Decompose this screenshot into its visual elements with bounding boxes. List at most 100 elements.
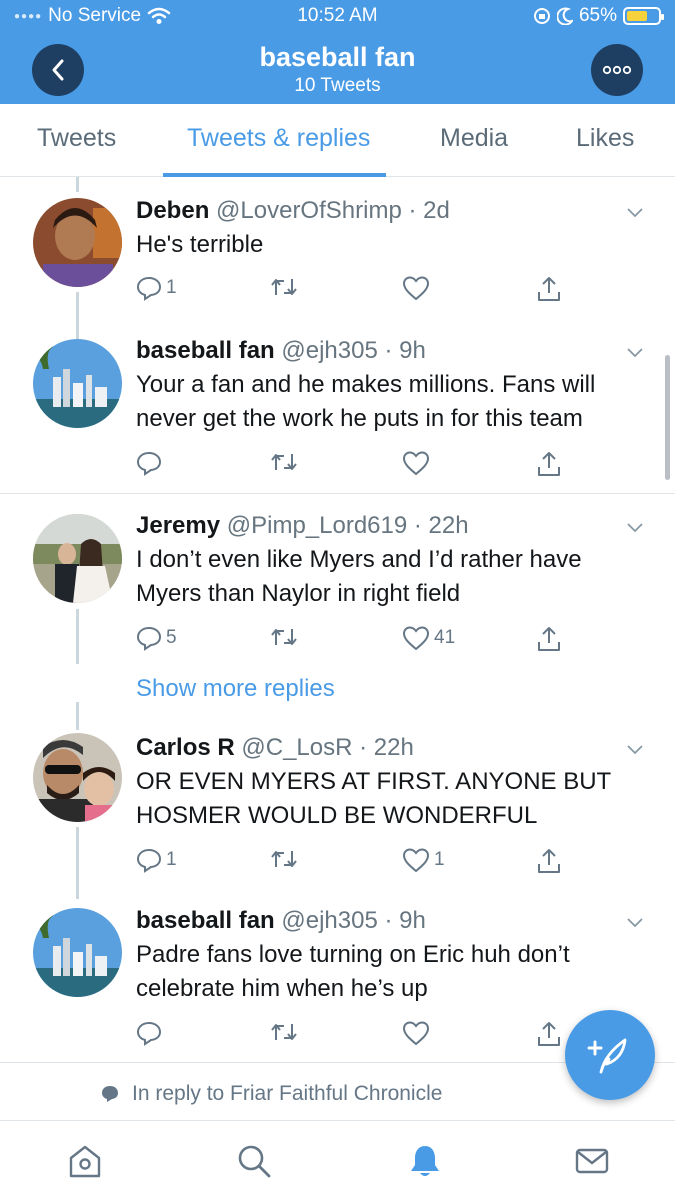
compose-tweet-button[interactable] [565, 1010, 655, 1100]
tweet-item[interactable]: Deben @LoverOfShrimp · 2d He's terrible … [0, 177, 675, 327]
page-title: baseball fan [259, 42, 416, 72]
tweet-item[interactable]: Jeremy @Pimp_Lord619 · 22h I don’t even … [0, 494, 675, 654]
home-icon [69, 1145, 101, 1178]
status-bar: ●●●● No Service 10:52 AM 65% [0, 0, 675, 34]
like-button[interactable]: 41 [402, 625, 455, 651]
author-handle: @ejh305 [281, 907, 378, 934]
like-count: 41 [434, 627, 456, 648]
retweet-button[interactable] [270, 847, 298, 871]
header-title-group: baseball fan 10 Tweets [0, 42, 675, 97]
like-button[interactable] [402, 450, 434, 476]
share-icon [538, 849, 560, 873]
battery-percent: 65% [578, 5, 617, 26]
tweet-item[interactable]: Carlos R @C_LosR · 22h OR EVEN MYERS AT … [0, 722, 675, 897]
reply-context[interactable]: In reply to Friar Faithful Chronicle [100, 1082, 442, 1106]
tab-media[interactable]: Media [440, 124, 508, 153]
tweet-header: Jeremy @Pimp_Lord619 · 22h [136, 512, 469, 540]
orientation-lock-icon [533, 8, 550, 24]
author-name[interactable]: Jeremy [136, 512, 220, 539]
reply-icon [136, 1021, 162, 1046]
reply-icon [136, 626, 162, 651]
moon-icon [556, 7, 573, 25]
share-button[interactable] [536, 847, 562, 875]
retweet-icon [271, 454, 297, 470]
avatar[interactable] [33, 339, 122, 428]
tweet-actions: 5 41 [136, 625, 636, 655]
tab-tweets-and-replies[interactable]: Tweets & replies [187, 124, 370, 153]
tweet-header: baseball fan @ejh305 · 9h [136, 337, 426, 365]
avatar[interactable] [33, 733, 122, 822]
notifications-icon [411, 1146, 439, 1176]
reply-context-text: In reply to Friar Faithful Chronicle [132, 1082, 443, 1105]
show-more-replies-link[interactable]: Show more replies [136, 675, 335, 703]
tweet-header: Carlos R @C_LosR · 22h [136, 734, 414, 762]
tweet-actions: 1 1 [136, 847, 636, 877]
compose-icon [587, 1038, 627, 1074]
tweet-header: baseball fan @ejh305 · 9h [136, 907, 426, 935]
author-name[interactable]: baseball fan [136, 337, 275, 364]
retweet-icon [271, 1024, 297, 1040]
author-name[interactable]: baseball fan [136, 907, 275, 934]
tweet-text: Padre fans love turning on Eric huh don’… [136, 941, 570, 1002]
author-handle: @LoverOfShrimp [216, 197, 402, 224]
reply-bubble-icon [102, 1086, 118, 1102]
reply-button[interactable]: 1 [136, 847, 177, 873]
like-icon [402, 276, 430, 301]
chevron-down-icon[interactable] [625, 739, 645, 759]
avatar[interactable] [33, 514, 122, 603]
tweet-actions [136, 1020, 636, 1050]
chevron-down-icon[interactable] [625, 912, 645, 932]
like-button[interactable] [402, 275, 434, 301]
tweet-time: · 22h [413, 512, 469, 539]
tweet-text: OR EVEN MYERS AT FIRST. ANYONE BUT HOSME… [136, 768, 611, 829]
nav-messages[interactable] [574, 1143, 610, 1179]
reply-button[interactable]: 5 [136, 625, 177, 651]
search-icon [238, 1145, 271, 1178]
share-icon [538, 277, 560, 301]
chevron-down-icon[interactable] [625, 517, 645, 537]
like-icon [402, 1021, 430, 1046]
more-button[interactable] [591, 44, 643, 96]
tweet-item[interactable]: baseball fan @ejh305 · 9h Your a fan and… [0, 327, 675, 493]
chevron-down-icon[interactable] [625, 342, 645, 362]
status-right: 65% [533, 5, 664, 27]
tab-likes[interactable]: Likes [576, 124, 634, 153]
nav-search[interactable] [236, 1143, 272, 1179]
tweet-actions: 1 [136, 275, 636, 305]
author-name[interactable]: Carlos R [136, 734, 235, 761]
like-button[interactable] [402, 1020, 434, 1046]
like-button[interactable]: 1 [402, 847, 445, 873]
retweet-button[interactable] [270, 275, 298, 299]
share-button[interactable] [536, 625, 562, 653]
retweet-button[interactable] [270, 450, 298, 474]
author-name[interactable]: Deben [136, 197, 209, 224]
reply-button[interactable] [136, 450, 166, 476]
reply-icon [136, 451, 162, 476]
reply-icon [136, 276, 162, 301]
nav-notifications[interactable] [407, 1143, 443, 1179]
like-count: 1 [434, 849, 445, 870]
retweet-button[interactable] [270, 625, 298, 649]
tweet-time: · 22h [359, 734, 414, 761]
nav-home[interactable] [67, 1143, 103, 1179]
reply-count: 5 [166, 627, 177, 648]
share-button[interactable] [536, 450, 562, 478]
avatar[interactable] [33, 198, 122, 287]
tab-tweets[interactable]: Tweets [37, 124, 116, 153]
chevron-down-icon[interactable] [625, 202, 645, 222]
reply-button[interactable] [136, 1020, 166, 1046]
more-dots-icon [602, 65, 632, 75]
profile-tabs: Tweets Tweets & replies Media Likes [0, 104, 675, 177]
share-button[interactable] [536, 275, 562, 303]
tweet-count: 10 Tweets [294, 75, 381, 96]
author-handle: @Pimp_Lord619 [226, 512, 408, 539]
reply-button[interactable]: 1 [136, 275, 177, 301]
share-button[interactable] [536, 1020, 562, 1048]
tweet-feed[interactable]: Deben @LoverOfShrimp · 2d He's terrible … [0, 177, 675, 1120]
retweet-button[interactable] [270, 1020, 298, 1044]
scrollbar[interactable] [665, 355, 670, 480]
avatar[interactable] [33, 908, 122, 997]
profile-header: ●●●● No Service 10:52 AM 65% baseball fa… [0, 0, 675, 104]
share-icon [538, 452, 560, 476]
like-icon [402, 848, 430, 873]
